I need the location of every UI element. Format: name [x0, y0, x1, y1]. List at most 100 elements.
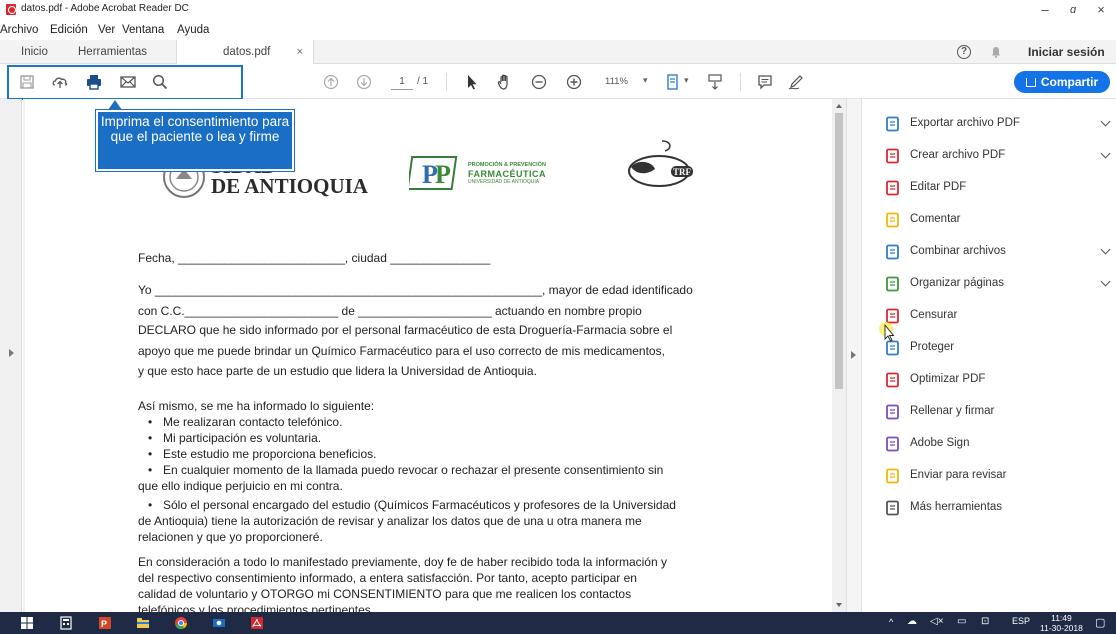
menu-bar: Archivo Edición Ver Ventana Ayuda: [0, 18, 1116, 38]
bullet-4-continuation: que ello indique perjuicio en mi contra.: [138, 479, 343, 493]
tab-inicio-label: Inicio: [21, 46, 48, 58]
menu-archivo[interactable]: Archivo: [0, 24, 38, 36]
title-bar: datos.pdf - Adobe Acrobat Reader DC – ɑ …: [0, 0, 1116, 18]
menu-edicion[interactable]: Edición: [50, 24, 88, 36]
acrobat-taskbar-icon[interactable]: [250, 616, 264, 630]
page-number-input[interactable]: 1: [391, 73, 413, 90]
trf-logo-text: TRF: [673, 167, 691, 177]
notifications-icon[interactable]: ▢: [1095, 616, 1105, 629]
share-button[interactable]: Compartir: [1014, 71, 1110, 93]
tool-comment[interactable]: Comentar: [863, 209, 1116, 231]
battery-icon[interactable]: ▭: [957, 616, 966, 627]
minimize-button[interactable]: –: [1030, 2, 1060, 18]
clock-time: 11:49: [1051, 613, 1072, 623]
mouse-cursor: [879, 322, 895, 342]
app-icon[interactable]: [212, 616, 226, 630]
send-review-icon: [886, 468, 899, 484]
maximize-button[interactable]: ɑ: [1058, 2, 1088, 18]
bullet-marker: •: [148, 431, 153, 445]
tool-export-pdf[interactable]: Exportar archivo PDF: [863, 113, 1116, 135]
tool-label: Censurar: [910, 309, 958, 321]
chevron-down-icon[interactable]: [1100, 148, 1111, 159]
svg-text:P: P: [101, 619, 107, 629]
tool-label: Exportar archivo PDF: [910, 117, 1020, 129]
next-page-icon[interactable]: [355, 73, 373, 91]
zoom-out-icon[interactable]: [530, 73, 548, 91]
organize-icon: [886, 276, 899, 292]
close-window-button[interactable]: ×: [1086, 2, 1116, 18]
bullet-3: Este estudio me proporciona beneficios.: [163, 447, 377, 461]
chevron-down-icon[interactable]: [1100, 116, 1111, 127]
tool-label: Crear archivo PDF: [910, 149, 1006, 161]
tool-redact[interactable]: Censurar: [863, 305, 1116, 327]
tool-more-tools[interactable]: Más herramientas: [863, 497, 1116, 519]
chevron-down-icon[interactable]: [1100, 276, 1111, 287]
fecha-line: Fecha, _________________________, ciudad…: [138, 251, 491, 265]
clock-date: 11-30-2018: [1040, 623, 1083, 633]
svg-text:P: P: [435, 160, 451, 189]
tool-label: Enviar para revisar: [910, 469, 1007, 481]
tool-combine[interactable]: Combinar archivos: [863, 241, 1116, 263]
scroll-up-icon[interactable]: [836, 104, 842, 108]
help-icon[interactable]: ?: [957, 45, 971, 59]
fit-page-icon[interactable]: [665, 73, 683, 91]
tool-label: Editar PDF: [910, 181, 967, 193]
toolbar-highlight-box: [7, 65, 243, 100]
tool-fill-sign[interactable]: Rellenar y firmar: [863, 401, 1116, 423]
tool-label: Proteger: [910, 341, 955, 353]
yo-line: Yo _____________________________________…: [138, 283, 693, 297]
chevron-down-icon[interactable]: [1100, 244, 1111, 255]
hand-tool-icon[interactable]: [496, 73, 514, 91]
prev-page-icon[interactable]: [322, 73, 340, 91]
tool-send-review[interactable]: Enviar para revisar: [863, 465, 1116, 487]
tool-create-pdf[interactable]: Crear archivo PDF: [863, 145, 1116, 167]
scroll-mode-icon[interactable]: [706, 73, 724, 91]
tab-document[interactable]: datos.pdf ×: [176, 40, 314, 64]
pp-logo-text2: FARMACÉUTICA: [468, 169, 546, 179]
expand-left-pane-icon[interactable]: [9, 349, 14, 357]
share-icon: [1025, 78, 1036, 87]
comment-icon: [886, 212, 899, 228]
menu-ayuda[interactable]: Ayuda: [177, 24, 209, 36]
udea-logo-line2: DE ANTIOQUIA: [211, 174, 368, 198]
tool-organize[interactable]: Organizar páginas: [863, 273, 1116, 295]
menu-ventana[interactable]: Ventana: [122, 24, 164, 36]
tool-adobe-sign[interactable]: Adobe Sign: [863, 433, 1116, 455]
tool-optimize[interactable]: Optimizar PDF: [863, 369, 1116, 391]
fit-page-dropdown-icon[interactable]: ▾: [684, 75, 689, 86]
tray-chevron-icon[interactable]: ^: [889, 617, 893, 627]
comment-tool-icon[interactable]: [756, 73, 774, 91]
powerpoint-icon[interactable]: P: [98, 616, 112, 630]
zoom-level[interactable]: 111%: [605, 76, 628, 87]
system-clock[interactable]: 11:49 11-30-2018: [1040, 613, 1083, 633]
onedrive-icon[interactable]: ☁: [907, 616, 917, 627]
instruction-callout: Imprima el consentimiento para que el pa…: [96, 110, 294, 171]
bell-icon[interactable]: [990, 46, 1002, 58]
bullet-marker: •: [148, 498, 153, 512]
bullet-marker: •: [148, 415, 153, 429]
scroll-down-icon[interactable]: [836, 603, 842, 607]
signin-link[interactable]: Iniciar sesión: [1028, 45, 1105, 59]
zoom-dropdown-icon[interactable]: ▾: [643, 75, 648, 86]
tab-inicio[interactable]: Inicio: [0, 40, 68, 64]
tool-label: Comentar: [910, 213, 961, 225]
tab-herramientas[interactable]: Herramientas: [68, 40, 176, 64]
input-language[interactable]: ESP: [1012, 616, 1030, 626]
calculator-icon[interactable]: [59, 616, 73, 630]
acrobat-app-icon: [6, 4, 16, 15]
volume-icon[interactable]: ◁×: [930, 616, 944, 627]
scrollbar-thumb[interactable]: [835, 113, 843, 389]
network-icon[interactable]: ⊡: [981, 616, 989, 627]
tab-close-icon[interactable]: ×: [297, 40, 303, 64]
windows-start-icon[interactable]: [20, 616, 34, 630]
menu-ver[interactable]: Ver: [98, 24, 115, 36]
draw-pen-icon[interactable]: [787, 73, 805, 91]
chrome-icon[interactable]: [174, 616, 188, 630]
tool-edit-pdf[interactable]: Editar PDF: [863, 177, 1116, 199]
select-cursor-icon[interactable]: [463, 73, 481, 91]
vertical-scrollbar[interactable]: [832, 99, 846, 612]
collapse-tools-pane-icon[interactable]: [851, 351, 856, 359]
file-explorer-icon[interactable]: [136, 616, 150, 630]
tool-protect[interactable]: Proteger: [863, 337, 1116, 359]
zoom-in-icon[interactable]: [565, 73, 583, 91]
